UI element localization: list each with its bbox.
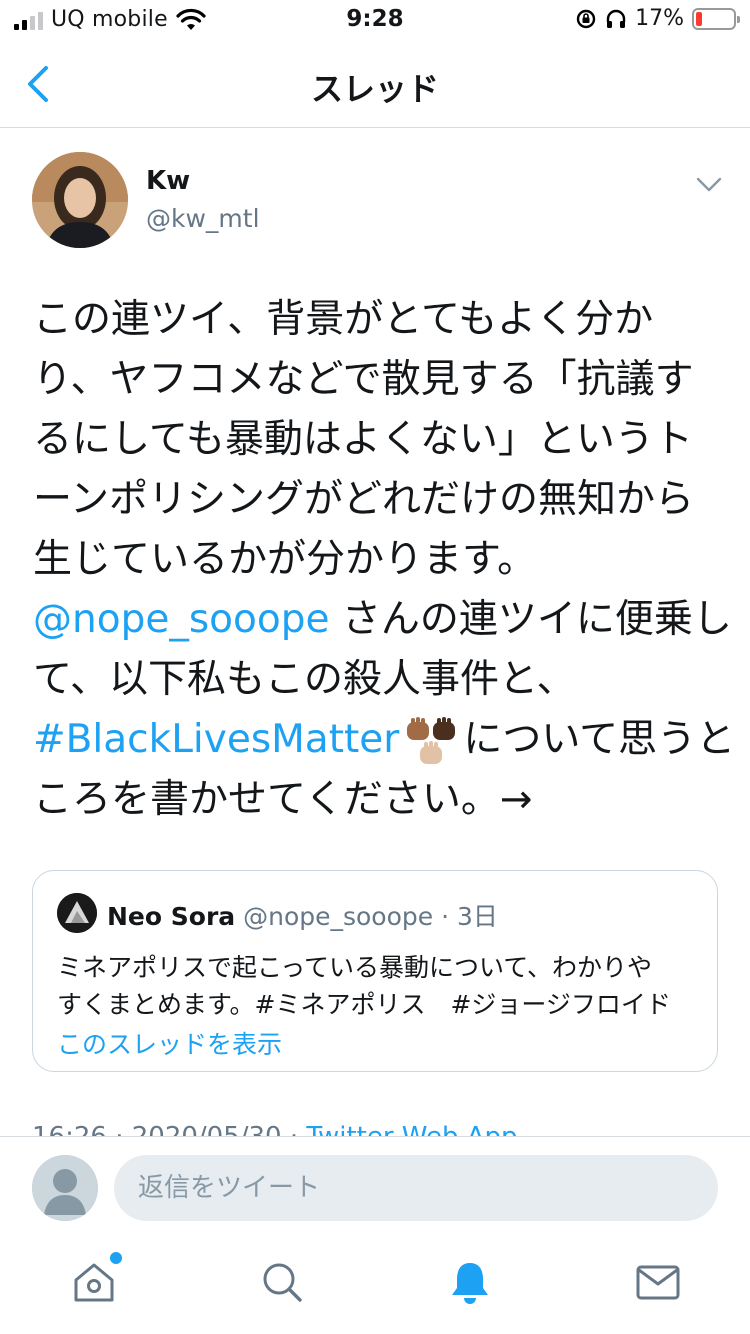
battery-level	[696, 11, 702, 26]
meta-separator: ·	[107, 1122, 132, 1136]
user-handle[interactable]: @kw_mtl	[146, 204, 260, 233]
tweet-text-fragment: さんの連ツイに便乗し	[329, 597, 732, 642]
reply-input[interactable]	[114, 1155, 718, 1221]
quoted-avatar	[57, 893, 97, 933]
quoted-user-handle: @nope_sooope	[243, 902, 434, 931]
tweet-text: この連ツイ、背景がとてもよく分か り、ヤフコメなどで散見する「抗議す るにしても…	[33, 290, 735, 830]
quoted-age: 3日	[457, 902, 498, 931]
quoted-tweet-card[interactable]: Neo Sora @nope_sooope · 3日 ミネアポリスで起こっている…	[32, 870, 718, 1072]
status-bar: UQ mobile 9:28 17%	[0, 0, 750, 40]
page-title: スレッド	[310, 70, 439, 108]
tweet-text-fragment: について思うと	[463, 717, 736, 762]
rotation-lock-icon	[576, 9, 596, 28]
tweet-text-line: て、以下私もこの殺人事件と、	[33, 657, 576, 702]
tweet-text-line: ころを書かせてください。→	[33, 777, 533, 822]
tweet-meta: 16:26 · 2020/05/30 · Twitter Web App	[32, 1122, 518, 1136]
my-avatar[interactable]	[32, 1155, 98, 1221]
default-profile-icon	[32, 1155, 98, 1221]
tweet-text-line: 生じているかが分かります。	[33, 537, 537, 582]
new-content-dot	[110, 1252, 122, 1264]
tab-bar	[0, 1238, 750, 1334]
tweet-date: 2020/05/30	[132, 1122, 282, 1136]
search-icon	[263, 1263, 302, 1302]
quoted-separator: ·	[441, 902, 450, 931]
tweet-time: 16:26	[32, 1122, 107, 1136]
tab-home[interactable]	[70, 1252, 122, 1306]
tweet-source-link[interactable]: Twitter Web App	[306, 1122, 517, 1136]
mail-icon	[636, 1265, 680, 1300]
status-bar-right: 17%	[575, 6, 740, 31]
user-name[interactable]: Kw	[146, 166, 190, 196]
tab-search[interactable]	[258, 1258, 306, 1306]
show-thread-link[interactable]: このスレッドを表示	[57, 1025, 282, 1061]
quoted-text-line: ミネアポリスで起こっている暴動について、わかりや	[57, 953, 653, 982]
quoted-user-photo-icon	[57, 893, 97, 933]
bell-icon	[452, 1263, 488, 1304]
reply-bar	[0, 1136, 750, 1238]
tab-notifications[interactable]	[446, 1258, 494, 1306]
tweet-text-line: この連ツイ、背景がとてもよく分か	[33, 297, 654, 342]
hashtag-link[interactable]: #BlackLivesMatter	[33, 717, 399, 762]
headphones-icon	[606, 9, 626, 28]
tweet-text-line: ーンポリシングがどれだけの無知から	[33, 477, 695, 522]
meta-separator: ·	[282, 1122, 307, 1136]
raised-fists-emoji-icon	[407, 716, 456, 764]
tweet-text-line: @nope_sooope さんの連ツイに便乗し	[33, 590, 732, 650]
tweet-detail: Kw @kw_mtl この連ツイ、背景がとてもよく分か り、ヤフコメなどで散見す…	[0, 128, 750, 1136]
tweet-text-line: #BlackLivesMatter について思うと	[33, 710, 735, 770]
quoted-user-name: Neo Sora	[107, 902, 236, 931]
nav-bar: スレッド	[0, 40, 750, 128]
battery-icon	[692, 7, 740, 30]
quoted-tweet-header: Neo Sora @nope_sooope · 3日	[107, 897, 498, 933]
mention-link[interactable]: @nope_sooope	[33, 597, 329, 642]
user-photo-icon	[32, 152, 128, 248]
quoted-tweet-text: ミネアポリスで起こっている暴動について、わかりや すくまとめます。#ミネアポリス…	[57, 949, 707, 1023]
home-icon	[74, 1263, 114, 1302]
battery-percent: 17%	[635, 6, 684, 31]
quoted-text-line: すくまとめます。#ミネアポリス #ジョージフロイド	[57, 990, 671, 1019]
tweet-text-line: り、ヤフコメなどで散見する「抗議す	[33, 357, 694, 402]
avatar[interactable]	[32, 152, 128, 248]
tweet-text-line: るにしても暴動はよくない」というト	[33, 417, 693, 462]
chevron-down-icon[interactable]	[696, 176, 722, 194]
tab-messages[interactable]	[634, 1258, 682, 1306]
